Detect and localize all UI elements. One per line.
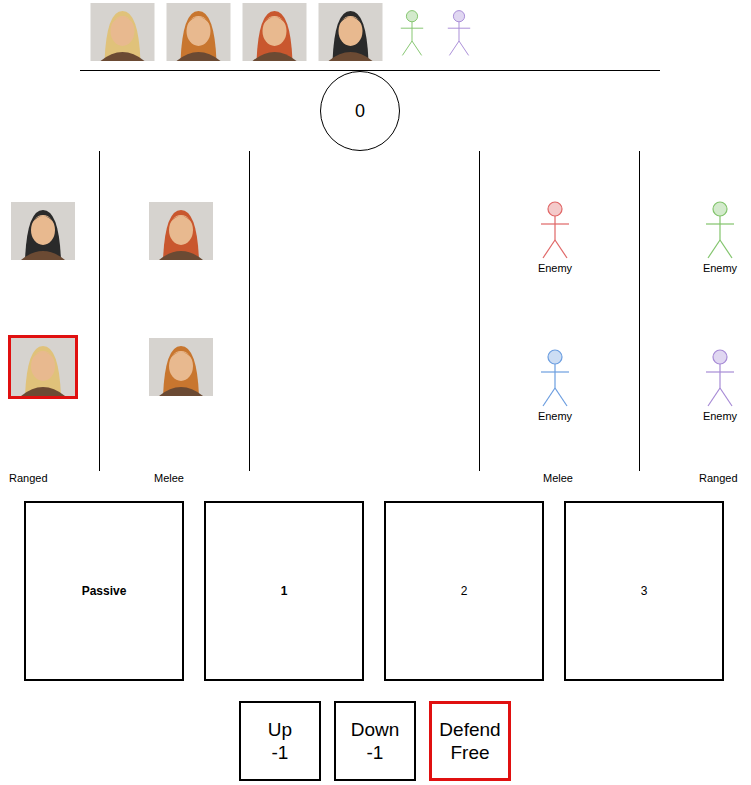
action-label: Down: [351, 718, 400, 741]
unit[interactable]: Enemy: [535, 347, 575, 423]
turn-portrait: [318, 3, 383, 61]
action-button[interactable]: Down-1: [334, 701, 416, 781]
unit[interactable]: Enemy: [535, 199, 575, 275]
unit[interactable]: [8, 335, 78, 399]
ability-card[interactable]: 3: [564, 501, 724, 681]
enemy-figure-icon: [700, 347, 740, 409]
turn-enemy: [443, 3, 475, 63]
enemy-figure-icon: [443, 3, 475, 63]
unit-label: Enemy: [538, 261, 572, 275]
lane: Enemy Enemy Melee: [480, 151, 640, 485]
lane-label: Ranged: [0, 471, 100, 485]
hero-portrait-icon: [90, 3, 155, 61]
turn-order: [90, 0, 751, 70]
unit[interactable]: Enemy: [700, 347, 740, 423]
action-cost: -1: [272, 741, 289, 764]
unit-label: Enemy: [703, 409, 737, 423]
turn-portrait: [90, 3, 155, 61]
action-label: Up: [268, 718, 292, 741]
unit[interactable]: Enemy: [700, 199, 740, 275]
hero-portrait-icon: [166, 3, 231, 61]
action-button[interactable]: DefendFree: [429, 701, 511, 781]
hero-portrait-icon: [318, 3, 383, 61]
turn-enemy: [396, 3, 428, 63]
card-row: Passive123: [24, 501, 751, 681]
hero-portrait-icon: [149, 202, 213, 260]
hero-portrait-icon: [11, 202, 75, 260]
no-mans-land: [250, 151, 480, 471]
lane-label: Ranged: [640, 471, 751, 485]
hero-portrait-icon: [242, 3, 307, 61]
lane-label: Melee: [100, 471, 250, 485]
lane: Enemy Enemy Ranged: [640, 151, 751, 485]
ability-card[interactable]: 2: [384, 501, 544, 681]
round-counter: 0: [320, 71, 400, 151]
ability-card[interactable]: Passive: [24, 501, 184, 681]
unit[interactable]: [146, 335, 216, 399]
turn-divider: [80, 70, 660, 71]
turn-portrait: [166, 3, 231, 61]
hero-portrait-icon: [11, 338, 75, 396]
unit-label: Enemy: [703, 261, 737, 275]
action-cost: Free: [450, 741, 489, 764]
turn-portrait: [242, 3, 307, 61]
unit[interactable]: [146, 199, 216, 263]
action-cost: -1: [367, 741, 384, 764]
game-screen: 0RangedMeleeEnemyEnemyMeleeEnemyEnemyRan…: [0, 0, 751, 785]
battlefield: RangedMeleeEnemyEnemyMeleeEnemyEnemyRang…: [0, 151, 751, 485]
hero-portrait-icon: [149, 338, 213, 396]
unit[interactable]: [8, 199, 78, 263]
enemy-figure-icon: [396, 3, 428, 63]
action-button[interactable]: Up-1: [239, 701, 321, 781]
lane: Melee: [100, 151, 250, 485]
enemy-figure-icon: [535, 199, 575, 261]
ability-card[interactable]: 1: [204, 501, 364, 681]
action-row: Up-1Down-1DefendFree: [239, 701, 751, 781]
enemy-figure-icon: [700, 199, 740, 261]
unit-label: Enemy: [538, 409, 572, 423]
lane: Ranged: [0, 151, 100, 485]
action-label: Defend: [439, 718, 500, 741]
enemy-figure-icon: [535, 347, 575, 409]
lane-label: Melee: [480, 471, 640, 485]
